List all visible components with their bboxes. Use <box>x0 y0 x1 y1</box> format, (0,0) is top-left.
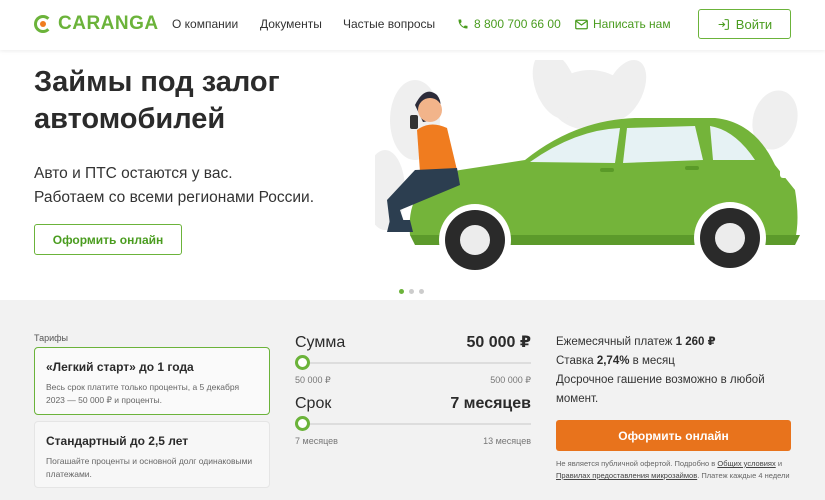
login-button[interactable]: Войти <box>698 9 791 39</box>
sum-min: 50 000 ₽ <box>295 375 331 385</box>
tariff-description: Погашайте проценты и основной долг одина… <box>46 456 253 479</box>
monthly-payment-label: Ежемесячный платеж <box>556 336 673 348</box>
tariff-title: Стандартный до 2,5 лет <box>46 434 189 448</box>
sum-slider: Сумма 50 000 ₽ 50 000 ₽ 500 000 ₽ <box>295 332 531 386</box>
sum-value: 50 000 ₽ <box>466 334 531 351</box>
term-slider-handle[interactable] <box>295 416 310 431</box>
write-us-text: Написать нам <box>593 17 671 31</box>
carousel-dot[interactable] <box>419 289 424 294</box>
nav-faq[interactable]: Частые вопросы <box>343 17 435 31</box>
rate-suffix: в месяц <box>632 355 675 367</box>
tariff-standard[interactable]: Стандартный до 2,5 лет Погашайте процент… <box>34 421 270 488</box>
phone-icon <box>458 19 468 29</box>
phone-text: 8 800 700 66 00 <box>474 17 561 31</box>
tariffs-label: Тарифы <box>34 333 69 343</box>
hero-subtitle-line2: Работаем со всеми регионами России. <box>34 189 315 206</box>
term-min: 7 месяцев <box>295 436 338 446</box>
car-illustration <box>409 118 800 276</box>
login-label: Войти <box>735 16 773 32</box>
sum-track[interactable] <box>295 354 531 372</box>
write-us-link[interactable]: Написать нам <box>575 17 671 31</box>
tariff-description: Весь срок платите только проценты, а 5 д… <box>46 382 240 405</box>
nav-about[interactable]: О компании <box>172 17 238 31</box>
hero-subtitle: Авто и ПТС остаются у вас. Работаем со в… <box>34 162 364 210</box>
hero-apply-button[interactable]: Оформить онлайн <box>34 224 182 255</box>
hero-subtitle-line1: Авто и ПТС остаются у вас. <box>34 165 233 182</box>
logo-icon <box>34 15 52 33</box>
logo-text: CARANGA <box>58 13 159 34</box>
site-header: CARANGA О компании Документы Частые вопр… <box>0 0 825 50</box>
interest-rate: Ставка 2,74% в месяц <box>556 352 791 371</box>
sum-slider-handle[interactable] <box>295 355 310 370</box>
general-terms-link[interactable]: Общих условиях <box>717 459 775 468</box>
monthly-payment: Ежемесячный платеж 1 260 ₽ <box>556 333 791 352</box>
order-online-button[interactable]: Оформить онлайн <box>556 420 791 451</box>
nav-documents[interactable]: Документы <box>260 17 322 31</box>
login-icon <box>718 18 729 30</box>
term-label: Срок <box>295 395 332 412</box>
carousel-dots <box>399 289 424 294</box>
disclaimer-text: Не является публичной офертой. Подробно … <box>556 459 716 468</box>
sum-max: 500 000 ₽ <box>490 375 531 385</box>
monthly-payment-value: 1 260 ₽ <box>675 336 716 348</box>
loan-rules-link[interactable]: Правилах предоставления микрозаймов <box>556 471 697 480</box>
rate-label: Ставка <box>556 355 594 367</box>
disclaimer-text: . Платеж каждые 4 недели <box>697 471 790 480</box>
tariff-title: «Легкий старт» до 1 года <box>46 360 194 374</box>
hero-title: Займы под залог автомобилей <box>34 66 280 135</box>
disclaimer: Не является публичной офертой. Подробно … <box>556 458 791 482</box>
carousel-dot[interactable] <box>409 289 414 294</box>
carousel-dot[interactable] <box>399 289 404 294</box>
term-value: 7 месяцев <box>450 395 531 412</box>
sum-label: Сумма <box>295 334 346 351</box>
mail-icon <box>575 19 588 29</box>
tariff-easy-start[interactable]: «Легкий старт» до 1 года Весь срок плати… <box>34 347 270 415</box>
logo[interactable]: CARANGA <box>34 13 159 35</box>
disclaimer-text: и <box>777 459 783 468</box>
rate-value: 2,74% <box>596 355 630 367</box>
phone-link[interactable]: 8 800 700 66 00 <box>457 17 561 31</box>
term-slider: Срок 7 месяцев 7 месяцев 13 месяцев <box>295 395 531 446</box>
term-max: 13 месяцев <box>483 436 531 446</box>
hero-illustration <box>375 60 800 276</box>
early-repayment-note: Досрочное гашение возможно в любой момен… <box>556 374 765 405</box>
term-track[interactable] <box>295 415 531 433</box>
